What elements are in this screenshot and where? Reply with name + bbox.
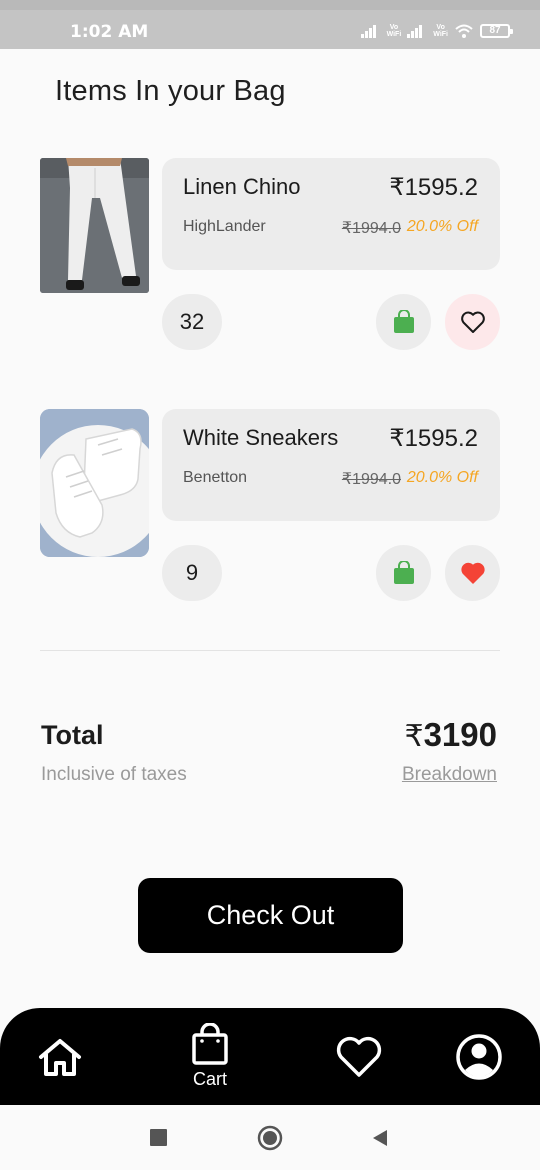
item-info-card[interactable]: Linen Chino ₹1595.2 HighLander ₹1994.0 2… xyxy=(162,158,500,270)
item-brand: Benetton xyxy=(183,469,248,486)
nav-favorites[interactable] xyxy=(333,1008,385,1105)
heart-outline-icon xyxy=(460,311,485,333)
product-image[interactable] xyxy=(40,409,149,557)
battery-indicator: 87 xyxy=(480,24,513,38)
back-button[interactable] xyxy=(370,1105,390,1170)
total-subtext: Inclusive of taxes xyxy=(41,764,187,785)
shopping-bag-icon xyxy=(192,1023,228,1065)
item-discount: 20.0% Off xyxy=(406,469,478,486)
bottom-navigation: Cart xyxy=(0,1008,540,1105)
total-label: Total xyxy=(41,720,104,750)
profile-icon xyxy=(456,1033,502,1080)
checkout-button[interactable]: Check Out xyxy=(138,878,403,953)
nav-cart[interactable]: Cart xyxy=(180,1008,240,1105)
system-navigation-bar xyxy=(0,1105,540,1170)
recents-button[interactable] xyxy=(148,1105,168,1170)
status-time: 1:02 AM xyxy=(70,22,149,42)
wifi-icon xyxy=(455,24,473,38)
circle-icon xyxy=(257,1125,283,1150)
divider xyxy=(40,650,500,651)
vowifi-label: Vo WiFi xyxy=(433,24,448,38)
cart-item: Linen Chino ₹1595.2 HighLander ₹1994.0 2… xyxy=(0,158,540,358)
nav-home[interactable] xyxy=(34,1008,86,1105)
vowifi-label: Vo WiFi xyxy=(386,24,402,38)
home-icon xyxy=(39,1038,81,1076)
total-amount: ₹3190 xyxy=(404,716,497,754)
item-name: Linen Chino xyxy=(183,174,301,199)
nav-profile[interactable] xyxy=(453,1008,505,1105)
heart-icon xyxy=(336,1036,382,1077)
square-icon xyxy=(149,1129,167,1146)
home-system-button[interactable] xyxy=(257,1105,283,1170)
cart-item: White Sneakers ₹1595.2 Benetton ₹1994.0 … xyxy=(0,409,540,609)
status-bar: 1:02 AM Vo WiFi Vo WiFi 87 xyxy=(0,0,540,49)
currency-symbol: ₹ xyxy=(404,720,424,753)
favorite-button[interactable] xyxy=(445,294,500,350)
item-price: ₹1595.2 xyxy=(389,174,478,201)
signal-icon xyxy=(407,25,423,38)
move-to-bag-button[interactable] xyxy=(376,545,431,601)
quantity-selector[interactable]: 9 xyxy=(162,545,222,601)
page-title: Items In your Bag xyxy=(55,75,286,107)
status-icons: Vo WiFi Vo WiFi 87 xyxy=(360,20,513,42)
item-name: White Sneakers xyxy=(183,425,339,450)
shopping-bag-icon xyxy=(393,561,414,584)
item-info-card[interactable]: White Sneakers ₹1595.2 Benetton ₹1994.0 … xyxy=(162,409,500,521)
item-discount: 20.0% Off xyxy=(406,218,478,235)
nav-cart-label: Cart xyxy=(192,1069,227,1089)
product-image[interactable] xyxy=(40,158,149,293)
total-value: 3190 xyxy=(423,716,497,753)
item-original-price: ₹1994.0 xyxy=(341,471,401,488)
move-to-bag-button[interactable] xyxy=(376,294,431,350)
breakdown-link[interactable]: Breakdown xyxy=(402,764,497,786)
back-triangle-icon xyxy=(373,1129,387,1146)
signal-icon xyxy=(360,25,376,38)
item-price: ₹1595.2 xyxy=(389,425,478,452)
item-original-price: ₹1994.0 xyxy=(341,220,401,237)
shopping-bag-icon xyxy=(393,310,414,333)
heart-filled-icon xyxy=(460,562,485,584)
favorite-button[interactable] xyxy=(445,545,500,601)
item-brand: HighLander xyxy=(183,218,266,235)
quantity-selector[interactable]: 32 xyxy=(162,294,222,350)
